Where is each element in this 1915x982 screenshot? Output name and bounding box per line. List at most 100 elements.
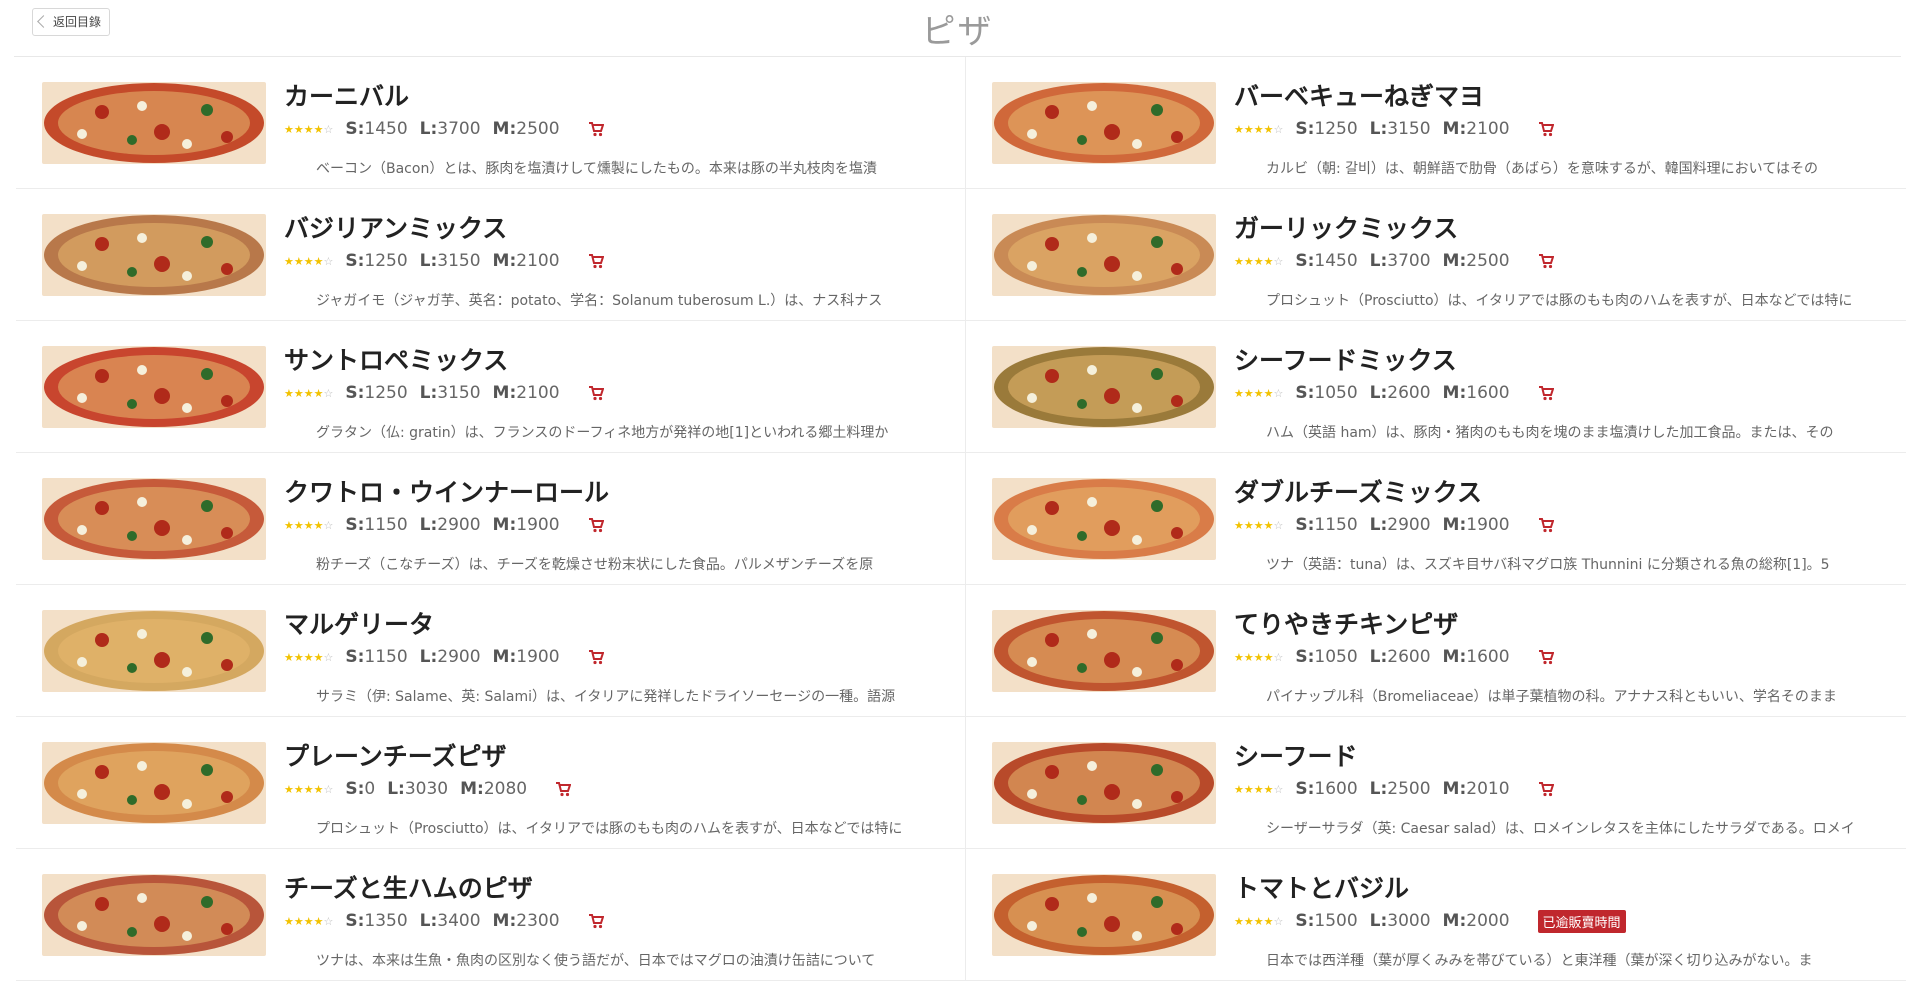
item-name[interactable]: シーフード [1234, 737, 1358, 773]
pizza-grid: カーニバル ★★★★☆ S:1450 L:3700 M:2500 ベーコン（Ba… [16, 57, 1906, 981]
star-icon: ★★★★ [1234, 122, 1274, 136]
price-large: L:3150 [1369, 119, 1431, 139]
shopping-cart-icon[interactable] [588, 649, 604, 665]
item-name[interactable]: チーズと生ハムのピザ [284, 869, 533, 905]
item-meta: ★★★★☆ S:1150 L:2900 M:1900 [1234, 515, 1554, 535]
shopping-cart-icon[interactable] [555, 781, 572, 797]
menu-item[interactable]: てりやきチキンピザ ★★★★☆ S:1050 L:2600 M:1600 パイナ… [966, 585, 1906, 717]
menu-item[interactable]: サントロペミックス ★★★★☆ S:1250 L:3150 M:2100 グラタ… [16, 321, 966, 453]
item-meta: ★★★★☆ S:1250 L:3150 M:2100 [1234, 119, 1554, 139]
menu-item[interactable]: クワトロ・ウインナーロール ★★★★☆ S:1150 L:2900 M:1900… [16, 453, 966, 585]
item-description: 粉チーズ（こなチーズ）は、チーズを乾燥させ粉末状にした食品。パルメザンチーズを原 [316, 557, 874, 573]
star-rating: ★★★★☆ [284, 651, 333, 664]
star-icon: ★★★★ [284, 254, 324, 268]
item-description: ジャガイモ（ジャガ芋、英名：potato、学名：Solanum tuberosu… [316, 293, 883, 309]
price-small: S:1150 [345, 647, 408, 667]
star-icon: ☆ [1273, 650, 1284, 664]
price-large: L:2900 [419, 515, 481, 535]
item-meta: ★★★★☆ S:1150 L:2900 M:1900 [284, 515, 604, 535]
item-name[interactable]: マルゲリータ [284, 605, 434, 641]
pizza-image[interactable] [42, 214, 266, 296]
pizza-image[interactable] [992, 82, 1216, 164]
price-large: L:3030 [387, 779, 449, 799]
menu-item[interactable]: ガーリックミックス ★★★★☆ S:1450 L:3700 M:2500 プロシ… [966, 189, 1906, 321]
pizza-image[interactable] [992, 346, 1216, 428]
pizza-image[interactable] [42, 82, 266, 164]
star-icon: ☆ [1273, 782, 1284, 796]
menu-item[interactable]: シーフードミックス ★★★★☆ S:1050 L:2600 M:1600 ハム（… [966, 321, 1906, 453]
item-name[interactable]: カーニバル [284, 77, 409, 113]
menu-item[interactable]: マルゲリータ ★★★★☆ S:1150 L:2900 M:1900 サラミ（伊:… [16, 585, 966, 717]
pizza-image[interactable] [42, 874, 266, 956]
pizza-image[interactable] [42, 346, 266, 428]
shopping-cart-icon[interactable] [588, 913, 604, 929]
shopping-cart-icon[interactable] [1538, 253, 1554, 269]
item-name[interactable]: てりやきチキンピザ [1234, 605, 1458, 641]
item-name[interactable]: バーベキューねぎマヨ [1234, 77, 1484, 113]
pizza-image[interactable] [992, 478, 1216, 560]
price-large: L:3400 [419, 911, 481, 931]
item-description: サラミ（伊: Salame、英: Salami）は、イタリアに発祥したドライソー… [316, 689, 896, 705]
price-small: S:1050 [1295, 383, 1358, 403]
item-meta: ★★★★☆ S:1450 L:3700 M:2500 [1234, 251, 1554, 271]
item-name[interactable]: ガーリックミックス [1234, 209, 1458, 245]
item-name[interactable]: ダブルチーズミックス [1234, 473, 1482, 509]
shopping-cart-icon[interactable] [588, 517, 604, 533]
price-small: S:1350 [345, 911, 408, 931]
menu-item[interactable]: チーズと生ハムのピザ ★★★★☆ S:1350 L:3400 M:2300 ツナ… [16, 849, 966, 981]
item-description: グラタン（仏: gratin）は、フランスのドーフィネ地方が発祥の地[1]といわ… [316, 425, 889, 441]
price-small: S:1150 [1295, 515, 1358, 535]
star-icon: ★★★★ [1234, 518, 1274, 532]
price-small: S:1500 [1295, 911, 1358, 931]
star-rating: ★★★★☆ [1234, 783, 1283, 796]
shopping-cart-icon[interactable] [1538, 781, 1554, 797]
item-name[interactable]: プレーンチーズピザ [284, 737, 507, 773]
star-icon: ☆ [323, 518, 334, 532]
star-rating: ★★★★☆ [1234, 387, 1283, 400]
price-large: L:3000 [1369, 911, 1431, 931]
price-medium: M:2080 [460, 779, 528, 799]
menu-item[interactable]: トマトとバジル ★★★★☆ S:1500 L:3000 M:2000 已逾販賣時… [966, 849, 1906, 981]
shopping-cart-icon[interactable] [1538, 121, 1554, 137]
price-medium: M:2100 [492, 383, 560, 403]
unavailable-badge: 已逾販賣時間 [1537, 909, 1626, 933]
shopping-cart-icon[interactable] [1538, 517, 1554, 533]
price-medium: M:2500 [492, 119, 560, 139]
shopping-cart-icon[interactable] [1538, 649, 1554, 665]
star-icon: ★★★★ [284, 122, 324, 136]
price-large: L:2900 [419, 647, 481, 667]
star-icon: ★★★★ [284, 782, 324, 796]
price-small: S:1250 [345, 383, 408, 403]
menu-item[interactable]: カーニバル ★★★★☆ S:1450 L:3700 M:2500 ベーコン（Ba… [16, 57, 966, 189]
item-meta: ★★★★☆ S:1500 L:3000 M:2000 已逾販賣時間 [1234, 909, 1626, 933]
pizza-image[interactable] [42, 610, 266, 692]
item-name[interactable]: トマトとバジル [1234, 869, 1409, 905]
shopping-cart-icon[interactable] [588, 385, 604, 401]
shopping-cart-icon[interactable] [588, 253, 604, 269]
menu-item[interactable]: バジリアンミックス ★★★★☆ S:1250 L:3150 M:2100 ジャガ… [16, 189, 966, 321]
item-name[interactable]: シーフードミックス [1234, 341, 1457, 377]
item-name[interactable]: サントロペミックス [284, 341, 508, 377]
price-large: L:2600 [1369, 383, 1431, 403]
item-description: ベーコン（Bacon）とは、豚肉を塩漬けして燻製にしたもの。本来は豚の半丸枝肉を… [316, 161, 877, 177]
shopping-cart-icon[interactable] [588, 121, 604, 137]
menu-item[interactable]: プレーンチーズピザ ★★★★☆ S:0 L:3030 M:2080 プロシュット… [16, 717, 966, 849]
shopping-cart-icon[interactable] [1538, 385, 1554, 401]
star-rating: ★★★★☆ [1234, 651, 1283, 664]
item-name[interactable]: バジリアンミックス [284, 209, 507, 245]
menu-item[interactable]: バーベキューねぎマヨ ★★★★☆ S:1250 L:3150 M:2100 カル… [966, 57, 1906, 189]
pizza-image[interactable] [42, 478, 266, 560]
price-large: L:3700 [419, 119, 481, 139]
price-large: L:2600 [1369, 647, 1431, 667]
pizza-image[interactable] [992, 214, 1216, 296]
pizza-image[interactable] [992, 610, 1216, 692]
pizza-image[interactable] [992, 742, 1216, 824]
menu-item[interactable]: シーフード ★★★★☆ S:1600 L:2500 M:2010 シーザーサラダ… [966, 717, 1906, 849]
star-icon: ★★★★ [1234, 254, 1274, 268]
menu-item[interactable]: ダブルチーズミックス ★★★★☆ S:1150 L:2900 M:1900 ツナ… [966, 453, 1906, 585]
pizza-image[interactable] [42, 742, 266, 824]
pizza-image[interactable] [992, 874, 1216, 956]
star-icon: ★★★★ [1234, 914, 1274, 928]
item-description: ツナは、本来は生魚・魚肉の区別なく使う語だが、日本ではマグロの油漬け缶詰について [316, 953, 876, 969]
item-name[interactable]: クワトロ・ウインナーロール [284, 473, 609, 509]
